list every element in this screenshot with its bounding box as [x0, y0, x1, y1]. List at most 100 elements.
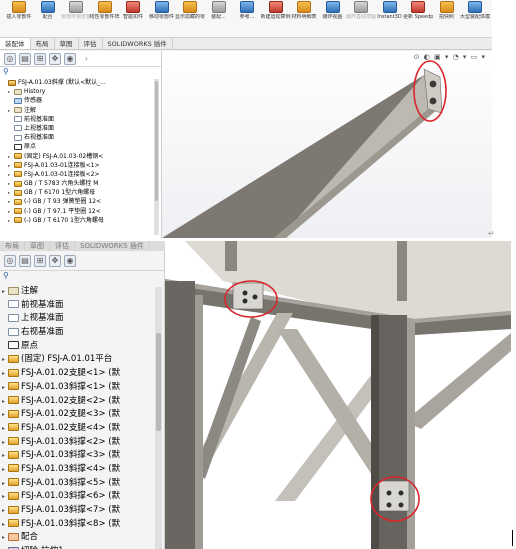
instant3d-button[interactable]: Instant3D — [375, 1, 405, 20]
tab-3[interactable]: SOLIDWORKS 插件 — [75, 241, 150, 251]
property-manager-tab-icon[interactable]: ▤ — [19, 52, 31, 65]
tree-item[interactable]: ▸ FSJ-A.01.03斜撑<3> (默 — [0, 449, 164, 463]
tree-item[interactable]: 前视基准面 — [0, 115, 161, 124]
snapshot-button[interactable]: 拍快照 — [432, 1, 462, 20]
tree-item[interactable]: ▸ FSJ-A.01.03斜撑<1> (默 — [0, 381, 164, 395]
graphics-viewport-bottom[interactable] — [165, 241, 511, 549]
tree-item[interactable]: ▸ FSJ-A.01.03斜撑<4> (默 — [0, 463, 164, 477]
tab-4[interactable]: SOLIDWORKS 插件 — [103, 38, 173, 49]
tree-item[interactable]: ▸ 注解 — [0, 285, 164, 299]
tree-item[interactable]: ▸ (固定) FSJ-A.01.01平台 — [0, 353, 164, 367]
command-manager-ribbon: 插入零部件 配合 零部件预览窗口线性零部件阵列智能扣件移动零部件显示隐藏的零部件装配… — [0, 0, 492, 38]
show-hidden-button[interactable]: 显示隐藏的零部件 — [175, 1, 205, 20]
tree-item[interactable]: ▸ FSJ-A.01.03-01连接板<2> — [0, 170, 161, 179]
tree-item[interactable]: ▸ FSJ-A.01.03斜撑<7> (默 — [0, 504, 164, 518]
exploded-view-button[interactable]: 爆炸视图 — [318, 1, 348, 20]
speedpak-button[interactable]: 更新 Speedpak — [403, 1, 433, 20]
reference-geometry-icon — [240, 1, 254, 13]
feature-tree-bottom: ▸ 注解 前视基准面 上视基准面 右视基准面 原点 ▸ (固定) FSJ-A.01.01平台 ▸… — [0, 285, 164, 549]
insert-component-button[interactable]: 插入零部件 — [4, 1, 34, 20]
graphics-viewport[interactable]: ⊙ ◐ ▣ ▾ ◔ ▾ ▭ ▾ — [162, 51, 492, 238]
tree-item[interactable]: ▸ FSJ-A.01.03斜撑<5> (默 — [0, 477, 164, 491]
move-component-button[interactable]: 移动零部件 — [147, 1, 177, 20]
filter-icon[interactable]: ⚲ — [0, 271, 164, 285]
tree-item-label: 右视基准面 — [21, 327, 64, 338]
tree-scrollbar-bottom[interactable] — [155, 287, 162, 549]
plane-icon — [14, 134, 22, 141]
configuration-tab-icon[interactable]: ⊞ — [34, 52, 46, 65]
tree-item[interactable]: 上视基准面 — [0, 124, 161, 133]
bolt-head — [386, 502, 392, 508]
configuration-tab-icon[interactable]: ⊞ — [34, 254, 46, 267]
tree-item[interactable]: 前视基准面 — [0, 299, 164, 313]
tree-item-label: FSJ-A.01.03斜撑<7> (默 — [21, 505, 121, 515]
tree-item[interactable]: ▸ GB / T 6170 1型六角螺母 — [0, 188, 161, 197]
tab-2[interactable]: 草图 — [55, 38, 79, 49]
mate-button[interactable]: 配合 — [33, 1, 63, 20]
tab-3[interactable]: 评估 — [79, 38, 103, 49]
tree-item[interactable]: 右视基准面 — [0, 326, 164, 340]
tree-item[interactable]: ▸ FSJ-A.01.03斜撑<8> (默 — [0, 518, 164, 532]
root-icon — [8, 79, 16, 86]
tree-item[interactable]: ▸ FSJ-A.01.02支腿<4> (默 — [0, 422, 164, 436]
tree-item[interactable]: ▸ FSJ-A.01.02支腿<3> (默 — [0, 408, 164, 422]
tree-item[interactable]: ▸ 注解 — [0, 106, 161, 115]
tree-scrollbar-thumb[interactable] — [155, 81, 158, 201]
tree-item[interactable]: ▸ GB / T 5783 六角头螺栓 M — [0, 179, 161, 188]
mate-icon — [40, 1, 55, 13]
plane-icon — [14, 116, 22, 123]
tree-item[interactable]: ▸ FSJ-A.01.02支腿<2> (默 — [0, 395, 164, 409]
dimxpert-tab-icon[interactable]: ✥ — [49, 52, 61, 65]
filter-icon[interactable]: ⚲ — [0, 67, 161, 78]
tree-item[interactable]: ▸ FSJ-A.01.03斜撑<6> (默 — [0, 490, 164, 504]
tree-item[interactable]: ▸ 配合 — [0, 531, 164, 545]
property-manager-tab-icon[interactable]: ▤ — [19, 254, 31, 267]
bom-button[interactable]: 材料明细表 — [289, 1, 319, 20]
tree-item-label: 上视基准面 — [21, 313, 64, 324]
tab-1[interactable]: 布局 — [31, 38, 55, 49]
tree-item[interactable]: ▸切除-拉伸1 — [0, 545, 164, 549]
bom-icon — [297, 1, 311, 13]
tree-scrollbar[interactable] — [154, 79, 159, 235]
ribbon-button-label: 显示隐藏的零部件 — [175, 14, 205, 20]
tree-item[interactable]: ▸ FSJ-A.01.03斜撑<2> (默 — [0, 436, 164, 450]
feature-tree-tab-icon[interactable]: ◎ — [4, 52, 16, 65]
tree-item[interactable]: 上视基准面 — [0, 312, 164, 326]
tree-item[interactable]: FSJ-A.01.03斜撑 (默认<默认_... — [0, 78, 161, 87]
tree-item[interactable]: ▸ History — [0, 87, 161, 96]
tree-item[interactable]: 右视基准面 — [0, 133, 161, 142]
tab-0[interactable]: 装配体 — [0, 38, 31, 49]
preview-window-icon — [69, 1, 83, 13]
tree-item[interactable]: ▸ (-) GB / T 97.1 平垫圈 12< — [0, 207, 161, 216]
ribbon-button-label: Instant3D — [377, 14, 402, 20]
feature-tree-tab-icon[interactable]: ◎ — [4, 254, 16, 267]
tree-scrollbar-thumb-bottom[interactable] — [156, 333, 161, 431]
panel-expand-chevron-icon[interactable]: › — [85, 55, 88, 63]
part-icon — [8, 519, 19, 528]
tree-item[interactable]: ▸ (-) GB / T 93 弹簧垫圈 12< — [0, 197, 161, 206]
smart-fastener-button[interactable]: 智能扣件 — [118, 1, 148, 20]
reference-geometry-button[interactable]: 参考... — [232, 1, 262, 20]
tree-item-label: 注解 — [24, 106, 37, 114]
tab-0[interactable]: 布局 — [0, 241, 25, 251]
display-manager-tab-icon[interactable]: ◉ — [64, 52, 76, 65]
tree-item[interactable]: 原点 — [0, 142, 161, 151]
explode-line-sketch-button[interactable]: 爆炸直线草图 — [346, 1, 376, 20]
tree-item[interactable]: ▸ FSJ-A.01.03-01连接板<1> — [0, 161, 161, 170]
linear-pattern-button[interactable]: 线性零部件阵列 — [90, 1, 120, 20]
tree-item-label: FSJ-A.01.02支腿<3> (默 — [21, 409, 121, 420]
display-manager-tab-icon[interactable]: ◉ — [64, 254, 76, 267]
new-motion-study-button[interactable]: 新建运动算例 — [261, 1, 291, 20]
dimxpert-tab-icon[interactable]: ✥ — [49, 254, 61, 267]
tree-item[interactable]: ▸ (固定) FSJ-A.01.03-02槽钢< — [0, 152, 161, 161]
tree-item[interactable]: ▸ (-) GB / T 6170 1型六角螺母 — [0, 216, 161, 225]
ribbon-button-label: 智能扣件 — [122, 14, 143, 20]
tree-item[interactable]: 原点 — [0, 340, 164, 354]
assembly-feature-button[interactable]: 装配... — [204, 1, 234, 20]
tree-item[interactable]: 传感器 — [0, 96, 161, 105]
tree-item[interactable]: ▸ FSJ-A.01.02支腿<1> (默 — [0, 367, 164, 381]
large-assembly-button[interactable]: 大型装配体模式 — [460, 1, 490, 20]
preview-window-button[interactable]: 零部件预览窗口 — [61, 1, 91, 20]
tab-2[interactable]: 评估 — [50, 241, 75, 251]
tab-1[interactable]: 草图 — [25, 241, 50, 251]
